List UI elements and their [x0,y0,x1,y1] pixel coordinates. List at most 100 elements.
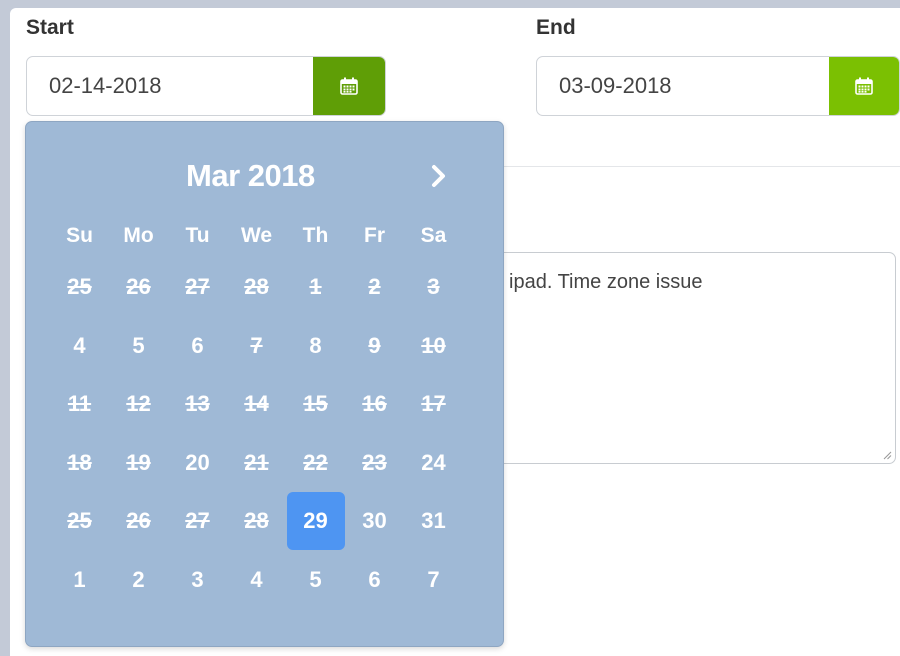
day-cell[interactable]: 6 [168,317,227,376]
week-row: 25 26 27 28 1 2 3 [50,258,463,317]
day-cell: 7 [227,317,286,376]
day-cell: 25 [50,492,109,551]
day-cell: 11 [50,375,109,434]
weekday-label: We [240,224,273,247]
day-cell: 16 [345,375,404,434]
day-cell[interactable]: 3 [168,551,227,610]
day-cell: 19 [109,434,168,493]
day-number: 26 [126,274,151,300]
day-cell: 3 [404,258,463,317]
day-number: 31 [421,508,446,534]
weekday-label: Tu [185,224,210,247]
day-cell[interactable]: 2 [109,551,168,610]
day-cell[interactable]: 1 [50,551,109,610]
day-number: 27 [185,274,210,300]
day-number: 22 [303,449,328,475]
notes-textarea[interactable]: ipad. Time zone issue [494,252,896,464]
day-number: 15 [303,391,328,417]
day-number: 14 [244,391,269,417]
day-number: 9 [368,332,381,358]
day-cell[interactable]: 31 [404,492,463,551]
day-cell: 28 [227,258,286,317]
day-number: 21 [244,449,269,475]
start-date-input[interactable] [27,57,315,115]
day-number: 5 [132,332,145,358]
day-number: 13 [185,391,210,417]
day-cell[interactable]: 4 [227,551,286,610]
chevron-right-icon [432,165,445,187]
day-cell: 25 [50,258,109,317]
day-cell[interactable]: 30 [345,492,404,551]
end-date-group [536,56,900,116]
day-number: 1 [73,566,86,592]
day-number: 1 [309,274,322,300]
start-label: Start [26,16,74,39]
day-number: 18 [67,449,92,475]
day-cell[interactable]: 5 [286,551,345,610]
datepicker-grid: Su Mo Tu We Th Fr Sa 25 26 27 28 1 2 3 4 5 6 7 8 9 10 11 12 13 1… [50,214,463,609]
day-cell: 18 [50,434,109,493]
calendar-icon [855,77,873,95]
day-number: 6 [368,566,381,592]
day-cell: 26 [109,492,168,551]
week-row: 4 5 6 7 8 9 10 [50,317,463,376]
day-number: 3 [191,566,204,592]
datepicker-month-title[interactable]: Mar 2018 [186,158,315,194]
day-cell: 17 [404,375,463,434]
day-cell[interactable]: 7 [404,551,463,610]
day-cell: 10 [404,317,463,376]
day-cell[interactable]: 4 [50,317,109,376]
day-number: 7 [250,332,263,358]
day-cell[interactable]: 8 [286,317,345,376]
day-number: 28 [244,274,269,300]
day-cell[interactable]: 24 [404,434,463,493]
day-cell[interactable]: 20 [168,434,227,493]
day-number: 24 [421,449,446,475]
day-cell[interactable]: 6 [345,551,404,610]
weekday-label: Sa [420,224,447,247]
week-row: 1 2 3 4 5 6 7 [50,551,463,610]
form-panel: Start End 02-14-2018 03-09-2018 ipad. Ti… [10,8,900,656]
day-cell: 1 [286,258,345,317]
day-number: 7 [427,566,440,592]
end-date-input[interactable] [537,57,827,115]
week-row: 18 19 20 21 22 23 24 [50,434,463,493]
day-cell: 23 [345,434,404,493]
day-cell: 28 [227,492,286,551]
day-number: 23 [362,449,387,475]
start-calendar-button[interactable] [313,57,385,115]
start-date-group [26,56,386,116]
day-cell: 9 [345,317,404,376]
day-cell: 12 [109,375,168,434]
day-number: 5 [309,566,322,592]
day-cell: 14 [227,375,286,434]
day-cell: 21 [227,434,286,493]
resize-grip-icon[interactable] [882,450,892,460]
day-cell: 15 [286,375,345,434]
day-cell: 26 [109,258,168,317]
day-number: 6 [191,332,204,358]
day-cell-selected[interactable]: 29 [286,492,345,551]
day-number: 10 [421,332,446,358]
day-cell: 27 [168,492,227,551]
day-number: 30 [362,508,387,534]
day-number: 11 [67,391,92,417]
day-cell: 22 [286,434,345,493]
day-number: 19 [126,449,151,475]
next-month-button[interactable] [424,160,454,192]
day-cell[interactable]: 5 [109,317,168,376]
day-number: 25 [67,508,92,534]
day-number: 12 [126,391,151,417]
end-label: End [536,16,576,39]
calendar-icon [340,77,358,95]
day-number: 28 [244,508,269,534]
weekday-label: Fr [364,224,385,247]
week-row: 25 26 27 28 29 30 31 [50,492,463,551]
week-row: 11 12 13 14 15 16 17 [50,375,463,434]
day-number: 3 [427,274,440,300]
datepicker-popup: Mar 2018 Su Mo Tu We Th Fr Sa 25 26 27 28 1 2 3 4 5 6 7 8 9… [25,121,504,647]
day-number: 17 [421,391,446,417]
day-number: 4 [250,566,263,592]
day-number: 27 [185,508,210,534]
end-calendar-button[interactable] [829,57,899,115]
